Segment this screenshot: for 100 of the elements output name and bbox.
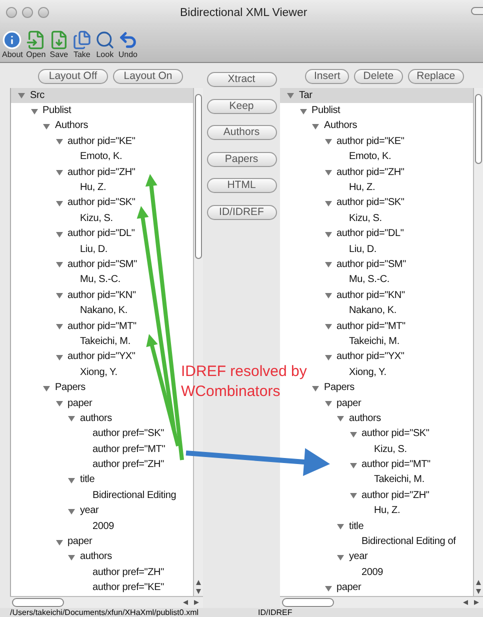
tree-item[interactable]: Tar	[299, 90, 312, 101]
horizontal-scrollbar[interactable]	[10, 596, 203, 608]
disclosure-triangle-icon[interactable]	[56, 323, 62, 330]
tree-item[interactable]: authors	[349, 414, 381, 424]
tree-item[interactable]: title	[349, 522, 364, 532]
disclosure-triangle-icon[interactable]	[324, 138, 332, 146]
scroll-thumb[interactable]	[475, 94, 482, 164]
pill-button[interactable]: Replace	[408, 69, 464, 84]
tree-item[interactable]: authors	[80, 414, 112, 424]
pill-button[interactable]: ID/IDREF	[206, 204, 276, 220]
disclosure-triangle-icon[interactable]	[350, 492, 356, 500]
toolbar-button[interactable]: Look	[94, 30, 115, 59]
disclosure-triangle-icon[interactable]	[324, 323, 332, 330]
pill-button[interactable]: HTML	[206, 178, 276, 193]
toolbar-button[interactable]: Open	[26, 30, 46, 59]
tree-item[interactable]: Authors	[55, 121, 88, 132]
disclosure-triangle-icon[interactable]	[68, 554, 75, 561]
toolbar-button[interactable]: Save	[48, 30, 69, 59]
pill-button[interactable]: Layout Off	[38, 69, 108, 84]
disclosure-triangle-icon[interactable]	[350, 462, 356, 469]
disclosure-triangle-icon[interactable]	[18, 92, 25, 100]
tree-item[interactable]: author pid="MT"	[362, 460, 430, 470]
tree-item[interactable]: author pid="KN"	[68, 290, 136, 301]
tree-item[interactable]: author pid="YX"	[336, 352, 404, 362]
toolbar-button[interactable]: About	[2, 30, 23, 59]
disclosure-triangle-icon[interactable]	[30, 108, 38, 115]
tree-item[interactable]: paper	[336, 583, 362, 594]
tree-item[interactable]: paper	[68, 398, 92, 408]
vertical-scrollbar[interactable]	[473, 88, 483, 596]
tree-item[interactable]: author pref="ZH"	[92, 568, 164, 578]
tree-item[interactable]: Takeichi, M.	[374, 475, 424, 486]
tree-item[interactable]: 2009	[92, 522, 114, 532]
tree-item[interactable]: Xiong, Y.	[349, 368, 386, 378]
tree-item[interactable]: author pid="SK"	[362, 429, 430, 440]
disclosure-triangle-icon[interactable]	[337, 523, 344, 530]
disclosure-triangle-icon[interactable]	[312, 384, 319, 392]
horizontal-scrollbar[interactable]	[280, 596, 483, 608]
pill-button[interactable]: Xtract	[206, 72, 276, 87]
disclosure-triangle-icon[interactable]	[337, 554, 344, 561]
scroll-up-icon[interactable]	[474, 578, 483, 587]
tree-item[interactable]: Nakano, K.	[349, 306, 396, 316]
disclosure-triangle-icon[interactable]	[324, 200, 332, 207]
tree-item[interactable]: author pid="MT"	[68, 322, 136, 332]
disclosure-triangle-icon[interactable]	[56, 354, 62, 361]
tree-item[interactable]: Liu, D.	[349, 244, 377, 255]
tree-item[interactable]: Hu, Z.	[80, 183, 106, 194]
pill-button[interactable]: Delete	[354, 69, 403, 84]
disclosure-triangle-icon[interactable]	[56, 138, 62, 146]
tree-item[interactable]: Hu, Z.	[349, 183, 376, 194]
tree-item[interactable]: author pid="SK"	[68, 198, 136, 208]
tree-item[interactable]: author pref="ZH"	[92, 460, 164, 470]
tree-item[interactable]: author pid="DL"	[336, 229, 404, 240]
tree-item[interactable]: author pid="ZH"	[68, 168, 136, 178]
pill-button[interactable]: Authors	[206, 125, 276, 140]
disclosure-triangle-icon[interactable]	[68, 476, 75, 484]
tree-item[interactable]: Kizu, S.	[349, 214, 382, 224]
disclosure-triangle-icon[interactable]	[324, 230, 332, 238]
scroll-thumb[interactable]	[195, 94, 202, 259]
tree-item[interactable]: author pref="MT"	[92, 444, 166, 455]
disclosure-triangle-icon[interactable]	[324, 584, 332, 592]
tree-item[interactable]: author pid="SK"	[336, 198, 404, 208]
disclosure-triangle-icon[interactable]	[43, 384, 50, 392]
tree-item[interactable]: Publist	[42, 106, 72, 116]
tree-item[interactable]: Takeichi, M.	[349, 336, 400, 347]
tree-item[interactable]: Emoto, K.	[80, 152, 122, 162]
tree-item[interactable]: Takeichi, M.	[80, 336, 130, 347]
tree-item[interactable]: author pid="SM"	[336, 260, 406, 270]
disclosure-triangle-icon[interactable]	[68, 415, 75, 422]
scroll-thumb[interactable]	[12, 598, 64, 607]
window-control[interactable]	[38, 6, 49, 18]
tree-item[interactable]: Kizu, S.	[374, 444, 407, 455]
tree-item[interactable]: author pid="DL"	[68, 229, 135, 240]
tree-item[interactable]: Src	[30, 90, 44, 101]
tree-item[interactable]: Papers	[324, 383, 354, 394]
tree-item[interactable]: author pid="YX"	[68, 352, 136, 362]
tree-item[interactable]: Authors	[324, 121, 358, 132]
tree-item[interactable]: paper	[68, 537, 92, 548]
tree-item[interactable]: title	[80, 475, 95, 486]
tree-item[interactable]: Xiong, Y.	[80, 368, 118, 378]
disclosure-triangle-icon[interactable]	[312, 122, 319, 130]
disclosure-triangle-icon[interactable]	[324, 400, 332, 407]
tree-item[interactable]: author pid="SM"	[68, 260, 137, 270]
tree-item[interactable]: Nakano, K.	[80, 306, 128, 316]
disclosure-triangle-icon[interactable]	[56, 230, 62, 238]
tree-item[interactable]: author pid="KN"	[336, 290, 405, 301]
pill-button[interactable]: Keep	[206, 98, 276, 114]
disclosure-triangle-icon[interactable]	[56, 292, 62, 300]
disclosure-triangle-icon[interactable]	[56, 400, 62, 407]
tree-item[interactable]: year	[80, 506, 99, 516]
tree-item[interactable]: author pid="ZH"	[362, 490, 430, 501]
disclosure-triangle-icon[interactable]	[43, 122, 50, 130]
tree-item[interactable]: author pid="ZH"	[336, 168, 404, 178]
tree-item[interactable]: author pid="MT"	[336, 322, 406, 332]
tree-item[interactable]: author pid="KE"	[68, 136, 136, 147]
disclosure-triangle-icon[interactable]	[324, 354, 332, 361]
tree-item[interactable]: Emoto, K.	[349, 152, 392, 162]
disclosure-triangle-icon[interactable]	[337, 415, 344, 422]
toolbar-button[interactable]: Take	[72, 30, 92, 59]
tree-item[interactable]: Papers	[55, 383, 86, 394]
tree-item[interactable]: Kizu, S.	[80, 214, 113, 224]
